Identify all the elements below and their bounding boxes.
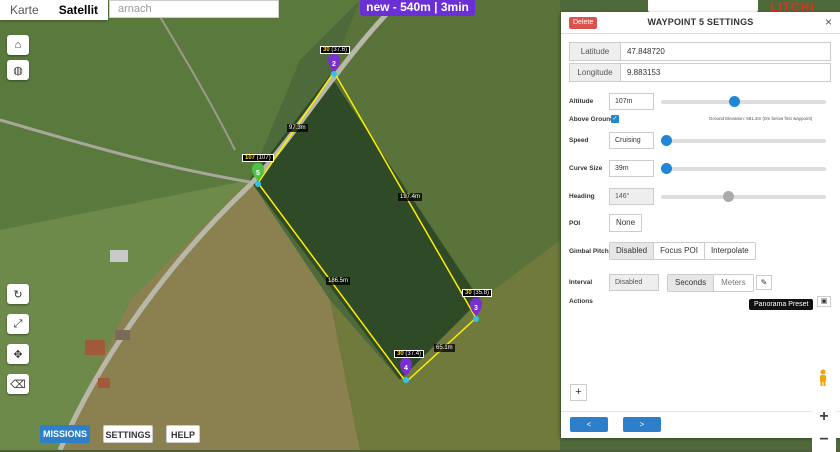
settings-button[interactable]: SETTINGS	[103, 425, 153, 443]
longitude-label: Longitude	[570, 64, 621, 81]
help-button[interactable]: HELP	[166, 425, 200, 443]
street-view-pegman-icon[interactable]	[812, 366, 834, 390]
gimbal-pitch-label: Gimbal Pitch	[569, 248, 609, 255]
segment-distance-label: 197.4m	[398, 193, 423, 201]
home-icon[interactable]: ⌂	[7, 35, 29, 55]
segment-distance-label: 186.5m	[326, 277, 351, 285]
panorama-preset-tooltip: Panorama Preset	[749, 299, 814, 310]
altitude-slider-knob[interactable]	[728, 96, 740, 107]
speed-slider[interactable]	[661, 135, 826, 146]
heading-slider[interactable]	[661, 191, 826, 202]
longitude-input[interactable]: 9.883153	[621, 64, 660, 81]
speed-input[interactable]: Cruising	[609, 132, 654, 149]
ground-elevation-note: Ground Elevation: 681.3m (0m below first…	[709, 116, 813, 121]
poi-select[interactable]: None	[609, 214, 642, 232]
interval-input[interactable]: Disabled	[609, 274, 659, 291]
altitude-input[interactable]: 107m	[609, 93, 654, 110]
zoom-out-button[interactable]: −	[812, 430, 836, 452]
top-right-toolbar	[648, 0, 758, 12]
longitude-field[interactable]: Longitude 9.883153	[569, 63, 831, 82]
curve-size-input[interactable]: 39m	[609, 160, 654, 177]
eraser-icon[interactable]: ⌫	[7, 374, 29, 394]
latitude-label: Latitude	[570, 43, 621, 60]
interval-label: Interval	[569, 279, 593, 286]
globe-icon[interactable]: ◍	[7, 60, 29, 80]
panel-header: Delete WAYPOINT 5 SETTINGS ×	[561, 12, 840, 34]
actions-label: Actions	[569, 298, 593, 305]
move-icon[interactable]: ✥	[7, 344, 29, 364]
gimbal-pitch-segment: Disabled Focus POI Interpolate	[609, 242, 756, 260]
location-search-input[interactable]: arnach	[109, 0, 279, 18]
zoom-in-button[interactable]: +	[812, 407, 836, 429]
waypoint-altitude-label: 30 (37.4)	[394, 350, 425, 358]
refresh-icon[interactable]: ↻	[7, 284, 29, 304]
map-type-satellit[interactable]: Satellit	[49, 0, 108, 20]
gimbal-option-interpolate[interactable]: Interpolate	[704, 243, 755, 259]
curve-size-slider[interactable]	[661, 163, 826, 174]
map-type-toggle: Karte Satellit	[0, 0, 109, 20]
speed-slider-knob[interactable]	[661, 135, 672, 146]
speed-label: Speed	[569, 137, 589, 144]
interval-unit-seconds[interactable]: Seconds	[668, 275, 715, 291]
waypoint-settings-panel: Delete WAYPOINT 5 SETTINGS × Latitude 47…	[561, 12, 840, 438]
heading-input[interactable]: 146°	[609, 188, 654, 205]
latitude-input[interactable]: 47.848720	[621, 43, 665, 60]
heading-label: Heading	[569, 193, 595, 200]
waypoint-altitude-label: 30 (37.6)	[320, 46, 351, 54]
mission-summary-banner: new - 540m | 3min	[360, 0, 475, 16]
next-waypoint-button[interactable]: >	[623, 417, 661, 432]
gimbal-option-focus-poi[interactable]: Focus POI	[654, 243, 705, 259]
curve-size-label: Curve Size	[569, 165, 603, 172]
above-ground-label: Above Ground	[569, 116, 615, 123]
add-action-button[interactable]: +	[570, 384, 587, 401]
previous-waypoint-button[interactable]: <	[570, 417, 608, 432]
altitude-label: Altitude	[569, 98, 594, 105]
waypoint-altitude-label: 30 (35.8)	[462, 289, 493, 297]
pencil-icon[interactable]: ✎	[756, 275, 772, 290]
image-icon[interactable]: ▣	[817, 296, 831, 307]
waypoint-altitude-label: 107 (107)	[242, 154, 274, 162]
panel-footer-divider	[561, 411, 840, 412]
segment-distance-label: 97.3m	[287, 124, 308, 132]
missions-button[interactable]: MISSIONS	[40, 425, 90, 443]
gimbal-option-disabled[interactable]: Disabled	[610, 243, 655, 259]
interval-unit-segment: Seconds Meters	[667, 274, 754, 292]
above-ground-checkbox[interactable]: ✓	[611, 115, 619, 123]
interval-unit-meters[interactable]: Meters	[714, 275, 753, 291]
panel-title: WAYPOINT 5 SETTINGS	[647, 17, 754, 27]
altitude-slider[interactable]	[661, 96, 826, 107]
resize-icon[interactable]: ⤢	[7, 314, 29, 334]
latitude-field[interactable]: Latitude 47.848720	[569, 42, 831, 61]
map-type-karte[interactable]: Karte	[0, 0, 49, 20]
poi-label: POI	[569, 220, 581, 227]
heading-slider-knob[interactable]	[722, 191, 734, 202]
curve-size-slider-knob[interactable]	[661, 163, 672, 174]
close-icon[interactable]: ×	[825, 15, 832, 29]
segment-distance-label: 65.1m	[434, 344, 455, 352]
